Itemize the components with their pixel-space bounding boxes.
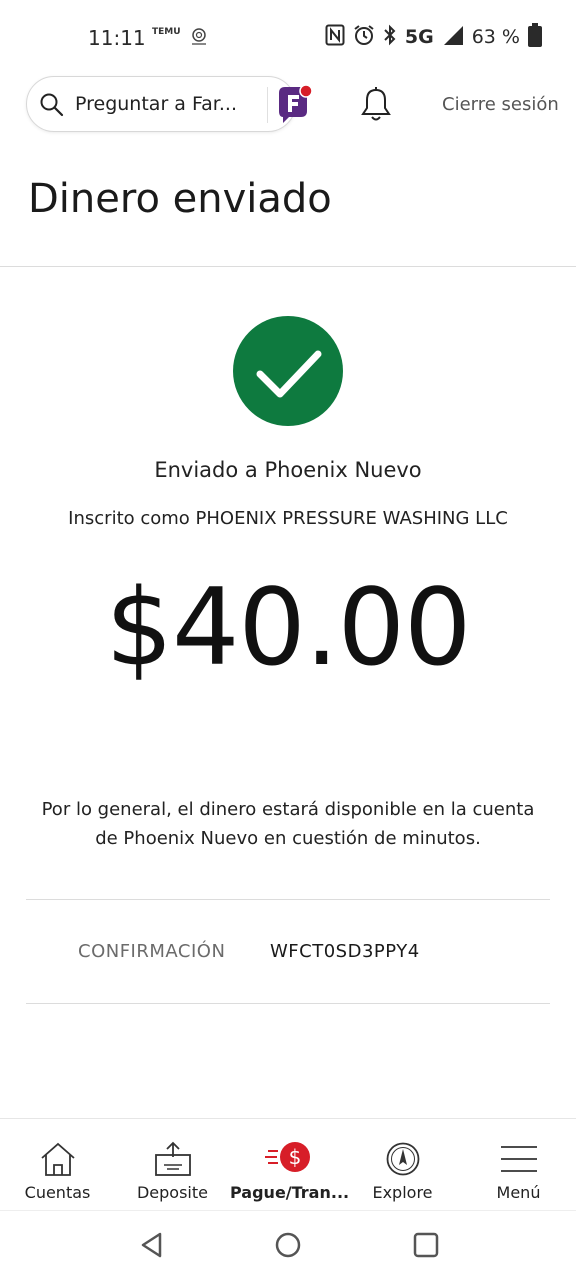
nav-label-cuentas: Cuentas: [24, 1183, 91, 1202]
network-type: 5G: [404, 26, 434, 48]
status-bar: 11:11 TEMU cubicfarms: [0, 0, 576, 70]
compass-icon: [386, 1142, 419, 1176]
nfc-icon: [325, 24, 345, 50]
recents-icon[interactable]: [412, 1231, 440, 1263]
confirmation-label: CONFIRMACIÓN: [78, 941, 226, 962]
svg-text:$: $: [288, 1145, 301, 1169]
confirmation-code: WFCT0SD3PPY4: [270, 941, 420, 962]
enrolled-as-text: Inscrito como PHOENIX PRESSURE WASHING L…: [68, 508, 508, 529]
success-check-icon: [233, 316, 343, 426]
menu-icon: [500, 1146, 537, 1172]
home-button-icon[interactable]: [274, 1231, 302, 1263]
signal-icon: [442, 24, 464, 50]
nav-label-pague-transfiera: Pague/Tran...: [230, 1183, 350, 1202]
nav-item-cuentas[interactable]: Cuentas: [0, 1119, 115, 1211]
deposit-icon: [154, 1141, 191, 1176]
page-title: Dinero enviado: [28, 176, 332, 222]
nav-item-explore[interactable]: Explore: [345, 1119, 460, 1211]
confirmation-divider-top: [26, 899, 550, 900]
home-icon: [40, 1142, 75, 1176]
search-input[interactable]: Preguntar a Far...: [75, 93, 237, 115]
temu-notification-icon: TEMU: [152, 27, 181, 37]
app-root: 11:11 TEMU cubicfarms: [0, 0, 576, 1280]
pay-transfer-icon: $: [264, 1142, 310, 1172]
nav-item-menu[interactable]: Menú: [461, 1119, 576, 1211]
nav-label-deposite: Deposite: [136, 1183, 208, 1202]
system-navigation-bar: [0, 1210, 576, 1280]
nav-label-explore: Explore: [372, 1183, 433, 1202]
confirmation-divider-bottom: [26, 1003, 550, 1004]
bottom-navigation: Cuentas Deposite $ Pague/Tran... Explore…: [0, 1118, 576, 1210]
alarm-icon: [353, 24, 375, 50]
search-divider: [267, 87, 268, 123]
fargo-assistant-icon[interactable]: [275, 83, 315, 125]
search-bar[interactable]: Preguntar a Far...: [26, 76, 313, 132]
amount-sent: $40.00: [105, 566, 472, 689]
status-icons: 5G 63 %: [325, 23, 542, 51]
bluetooth-icon: [383, 24, 397, 50]
status-time: 11:11: [88, 26, 146, 50]
availability-note: Por lo general, el dinero estará disponi…: [41, 799, 535, 849]
recipient-text: Enviado a Phoenix Nuevo: [154, 458, 422, 482]
back-icon[interactable]: [138, 1231, 166, 1263]
signout-button[interactable]: Cierre sesión: [442, 94, 559, 115]
nav-label-menu: Menú: [496, 1183, 541, 1202]
battery-percentage: 63 %: [471, 26, 520, 48]
header-divider: [0, 266, 576, 267]
nav-item-pague-transfiera[interactable]: $ Pague/Tran...: [230, 1119, 350, 1211]
battery-icon: [528, 23, 542, 51]
nav-item-deposite[interactable]: Deposite: [115, 1119, 230, 1211]
cubicfarms-notification-icon: [188, 26, 210, 52]
bell-icon[interactable]: [358, 86, 394, 128]
search-icon: [39, 92, 65, 122]
